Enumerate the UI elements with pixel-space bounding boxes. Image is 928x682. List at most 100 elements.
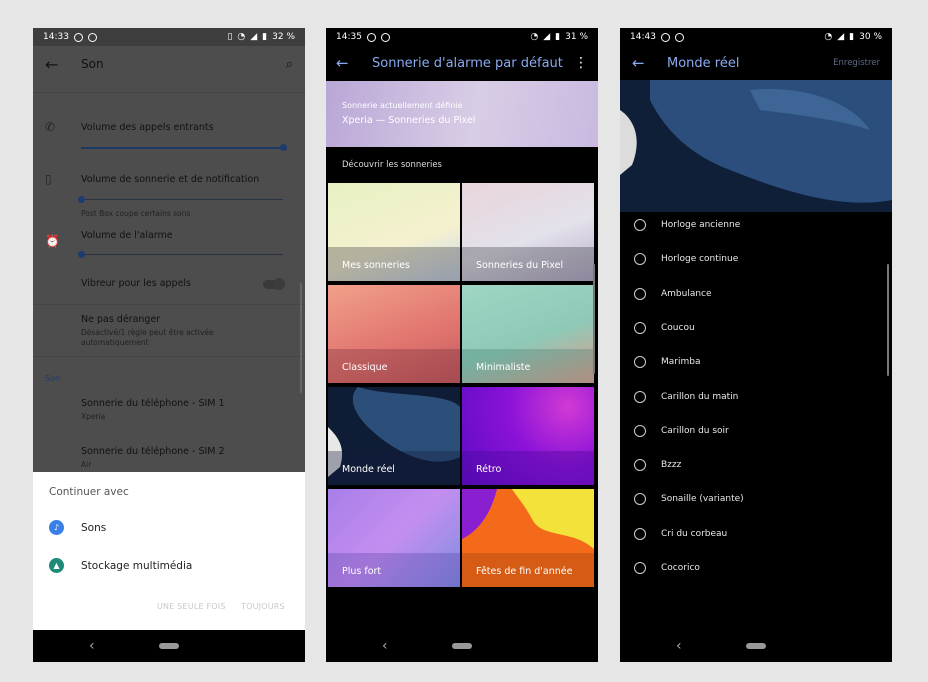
- tile-label: Classique: [342, 362, 388, 373]
- alarm-volume-slider[interactable]: [78, 251, 283, 258]
- nav-bar: ‹: [33, 630, 305, 662]
- current-ringtone-banner[interactable]: Sonnerie actuellement définie Xperia — S…: [326, 81, 598, 147]
- slider-knob[interactable]: [280, 144, 287, 151]
- settings-content: ← Son ⌕ ✆ Volume des appels entrants ▯ V…: [33, 46, 305, 472]
- nav-home-pill[interactable]: [159, 643, 179, 649]
- paint-splash-art: [620, 80, 892, 203]
- nav-back-icon[interactable]: ‹: [382, 638, 388, 654]
- ring-volume-slider[interactable]: [78, 196, 283, 203]
- more-vert-icon[interactable]: ⋮: [574, 55, 588, 71]
- slider-knob[interactable]: [78, 251, 85, 258]
- app-bar: ← Sonnerie d'alarme par défaut ⋮: [326, 46, 598, 80]
- scrollbar[interactable]: [887, 264, 889, 376]
- alarm-status-icon: [366, 32, 376, 42]
- radio-button[interactable]: [634, 390, 646, 403]
- sound-option[interactable]: Carillon du soir: [634, 424, 729, 437]
- radio-button[interactable]: [634, 253, 646, 266]
- always-button[interactable]: TOUJOURS: [241, 602, 285, 611]
- tile-label: Monde réel: [342, 464, 395, 475]
- back-arrow-icon[interactable]: ←: [632, 54, 667, 72]
- sound-option[interactable]: Bzzz: [634, 459, 681, 472]
- signal-icon: ◢: [250, 32, 258, 42]
- clock-status-icon: [87, 32, 97, 42]
- radio-button[interactable]: [634, 527, 646, 540]
- nav-back-icon[interactable]: ‹: [89, 638, 95, 654]
- tile-plus-fort[interactable]: Plus fort: [328, 489, 460, 587]
- radio-button[interactable]: [634, 287, 646, 300]
- clock-status-icon: [380, 32, 390, 42]
- wifi-icon: ◔: [237, 32, 246, 42]
- battery-percent: 31 %: [565, 32, 588, 42]
- setting-label: Vibreur pour les appels: [81, 278, 192, 289]
- nav-home-pill[interactable]: [452, 643, 472, 649]
- tile-label: Rétro: [476, 464, 502, 475]
- tile-label: Minimaliste: [476, 362, 531, 373]
- page-title: Monde réel: [667, 55, 740, 71]
- sound-option[interactable]: Horloge continue: [634, 253, 739, 266]
- back-arrow-icon[interactable]: ←: [336, 54, 372, 72]
- scrollbar[interactable]: [300, 283, 302, 393]
- tile-monde-reel[interactable]: Monde réel: [328, 387, 460, 485]
- battery-icon: ▮: [262, 32, 268, 42]
- tile-label: Mes sonneries: [342, 260, 410, 271]
- sound-option[interactable]: Horloge ancienne: [634, 219, 740, 231]
- sound-label: Carillon du matin: [661, 391, 739, 402]
- option-label: Stockage multimédia: [81, 559, 193, 572]
- tile-classique[interactable]: Classique: [328, 285, 460, 383]
- option-sons[interactable]: ♪ Sons: [49, 520, 106, 535]
- vibrate-toggle[interactable]: [263, 278, 285, 290]
- setting-label: Sonnerie du téléphone - SIM 1: [81, 398, 225, 409]
- sound-label: Coucou: [661, 322, 695, 333]
- nav-back-icon[interactable]: ‹: [676, 638, 682, 654]
- phone-icon: ✆: [45, 120, 56, 134]
- save-button[interactable]: Enregistrer: [833, 58, 880, 68]
- tile-minimaliste[interactable]: Minimaliste: [462, 285, 594, 383]
- radio-button[interactable]: [634, 356, 646, 369]
- slider-knob[interactable]: [78, 196, 85, 203]
- incoming-volume-slider[interactable]: [81, 144, 287, 151]
- nav-home-pill[interactable]: [746, 643, 766, 649]
- section-header: Son: [45, 374, 61, 383]
- status-time: 14:33: [43, 32, 69, 42]
- tile-fetes[interactable]: Fêtes de fin d'année: [462, 489, 594, 587]
- radio-button[interactable]: [634, 424, 646, 437]
- battery-percent: 32 %: [272, 32, 295, 42]
- back-arrow-icon[interactable]: ←: [45, 55, 81, 74]
- search-icon[interactable]: ⌕: [286, 57, 293, 72]
- setting-label: Volume de sonnerie et de notification: [81, 174, 260, 185]
- tile-mes-sonneries[interactable]: Mes sonneries: [328, 183, 460, 281]
- nav-bar: ‹: [326, 630, 598, 662]
- radio-button[interactable]: [634, 562, 646, 574]
- signal-icon: ◢: [837, 32, 845, 42]
- sound-option[interactable]: Marimba: [634, 356, 701, 369]
- radio-button[interactable]: [634, 459, 646, 472]
- divider: [33, 356, 305, 357]
- option-media-storage[interactable]: ▲ Stockage multimédia: [49, 558, 192, 573]
- slider-fill: [81, 146, 283, 149]
- sound-option[interactable]: Cocorico: [634, 562, 700, 574]
- sounds-app-icon: ♪: [49, 520, 64, 535]
- tile-sonneries-pixel[interactable]: Sonneries du Pixel: [462, 183, 594, 281]
- sound-option[interactable]: Ambulance: [634, 287, 712, 300]
- clock-status-icon: [674, 32, 684, 42]
- sound-option[interactable]: Carillon du matin: [634, 390, 739, 403]
- sound-option[interactable]: Sonaille (variante): [634, 493, 744, 506]
- setting-label: Volume des appels entrants: [81, 122, 214, 133]
- option-label: Sons: [81, 521, 107, 534]
- tile-retro[interactable]: Rétro: [462, 387, 594, 485]
- sound-label: Horloge continue: [661, 254, 739, 265]
- phone-monde-reel: 14:43 ◔ ◢ ▮ 30 % ← Monde réel Enregistre…: [620, 28, 892, 662]
- sound-label: Carillon du soir: [661, 425, 729, 436]
- sound-option[interactable]: Coucou: [634, 321, 695, 334]
- radio-button[interactable]: [634, 219, 646, 231]
- setting-label: Sonnerie du téléphone - SIM 2: [81, 446, 225, 457]
- just-once-button[interactable]: UNE SEULE FOIS: [157, 602, 226, 611]
- sound-option[interactable]: Cri du corbeau: [634, 527, 728, 540]
- sound-label: Marimba: [661, 357, 701, 368]
- setting-sub: Xperia: [81, 412, 106, 421]
- status-bar: 14:33 ▯ ◔ ◢ ▮ 32 %: [33, 28, 305, 46]
- sound-label: Cri du corbeau: [661, 528, 728, 539]
- scrollbar[interactable]: [593, 264, 595, 374]
- radio-button[interactable]: [634, 493, 646, 506]
- radio-button[interactable]: [634, 321, 646, 334]
